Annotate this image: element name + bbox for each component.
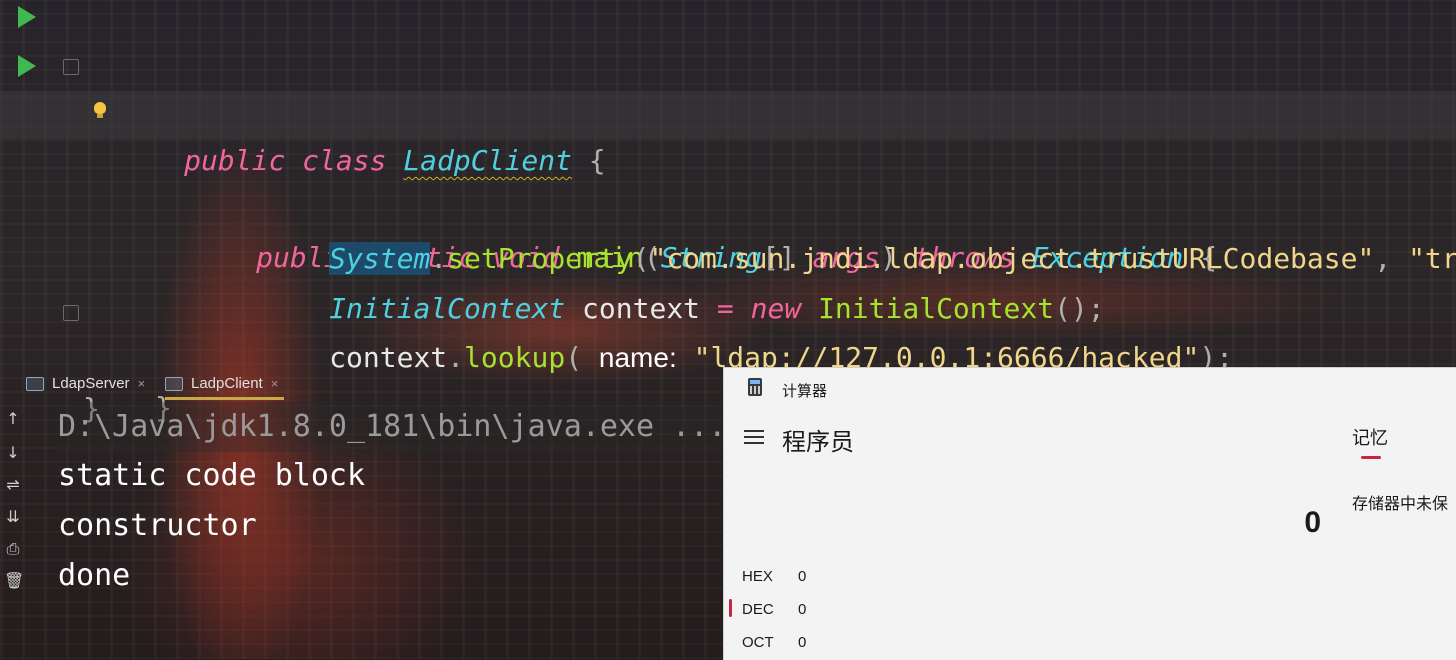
fold-icon[interactable] — [63, 305, 79, 321]
tab-label: LdapServer — [52, 375, 130, 392]
run-config-icon — [26, 377, 44, 392]
run-console[interactable]: ↑ ↓ ⇌ ⇊ ⎙ 🗑 D:\Java\jdk1.8.0_181\bin\jav… — [0, 400, 726, 659]
radix-value: 0 — [798, 601, 807, 618]
run-config-icon — [165, 377, 183, 392]
radix-label: DEC — [742, 601, 774, 618]
print-icon[interactable]: ⎙ — [4, 540, 22, 558]
hamburger-menu-icon[interactable] — [744, 430, 764, 444]
memory-empty-text: 存储器中未保 — [1352, 496, 1449, 513]
scroll-up-icon[interactable]: ↑ — [4, 410, 22, 428]
trash-icon[interactable]: 🗑 — [4, 572, 24, 590]
tab-memory[interactable]: 记忆 — [1352, 424, 1388, 450]
code-line-1: public class LadpClient { — [0, 0, 1456, 177]
console-command: D:\Java\jdk1.8.0_181\bin\java.exe ... — [58, 402, 726, 452]
run-tab-bar: LdapServer × LadpClient × — [0, 368, 724, 400]
fold-icon[interactable] — [63, 59, 79, 75]
lightbulb-icon[interactable] — [94, 102, 106, 118]
mode-title: 程序员 — [782, 429, 854, 456]
active-tab-indicator — [1361, 456, 1381, 459]
code-line-3: System.setProperty("com.sun.jndi.ldap.ob… — [0, 91, 1456, 275]
radix-label: OCT — [742, 634, 774, 651]
radix-dec[interactable]: DEC 0 — [742, 601, 806, 618]
tab-ladpclient[interactable]: LadpClient × — [165, 368, 285, 400]
radix-label: HEX — [742, 568, 773, 585]
radix-active-indicator — [729, 599, 732, 617]
code-line-5: InitialContext context = new InitialCont… — [0, 189, 1456, 325]
code-line-6: context.lookup( name: "ldap://127.0.0.1:… — [0, 238, 1456, 374]
close-icon[interactable]: × — [271, 376, 279, 391]
calculator-icon — [748, 378, 762, 396]
console-output-line: constructor — [58, 508, 257, 543]
calculator-display: 0 — [1304, 506, 1321, 539]
soft-wrap-icon[interactable]: ⇌ — [4, 476, 22, 494]
code-line-2: public static void main(String[] args) t… — [0, 42, 1456, 274]
console-output-line: done — [58, 558, 131, 593]
keyword: public — [184, 144, 286, 177]
run-main-icon[interactable] — [18, 55, 36, 77]
brace: { — [588, 144, 606, 177]
tab-ldapserver[interactable]: LdapServer × — [26, 368, 145, 400]
radix-value: 0 — [798, 634, 807, 651]
radix-oct[interactable]: OCT 0 — [742, 634, 806, 651]
calculator-window[interactable]: 计算器 程序员 记忆 存储器中未保 0 HEX 0 DEC 0 OCT 0 — [723, 367, 1456, 660]
close-icon[interactable]: × — [138, 376, 146, 391]
radix-hex[interactable]: HEX 0 — [742, 568, 806, 585]
code-line-7: } — [0, 288, 1456, 424]
run-class-icon[interactable] — [18, 6, 36, 28]
scroll-to-end-icon[interactable]: ⇊ — [4, 508, 22, 526]
tab-label: LadpClient — [191, 375, 263, 392]
radix-value: 0 — [798, 568, 807, 585]
class-name: LadpClient — [403, 144, 572, 177]
code-editor[interactable]: public class LadpClient { public static … — [0, 0, 1456, 425]
keyword: class — [302, 144, 387, 177]
window-title: 计算器 — [782, 383, 828, 400]
console-output-line: static code block — [58, 458, 366, 493]
scroll-down-icon[interactable]: ↓ — [4, 444, 22, 462]
